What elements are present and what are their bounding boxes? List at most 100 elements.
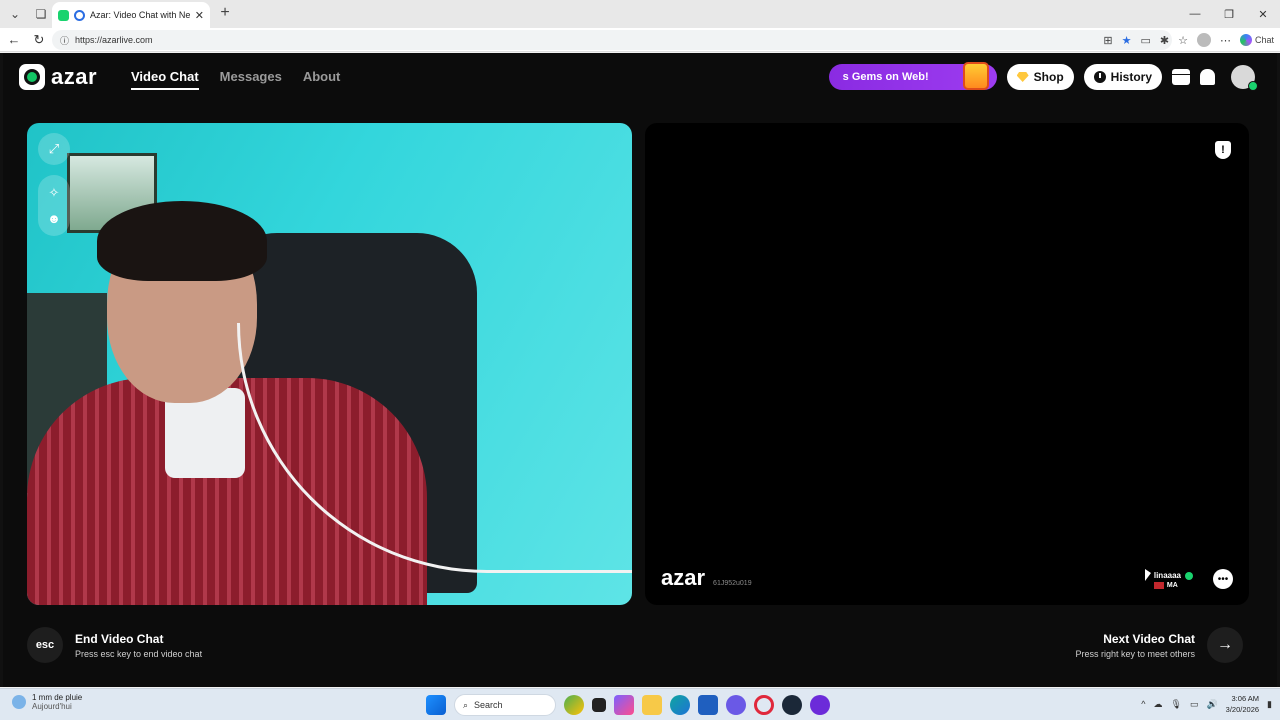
- site-header: azar Video Chat Messages About s Gems on…: [3, 53, 1277, 103]
- more-menu-icon[interactable]: ⋯: [1220, 34, 1231, 47]
- user-avatar[interactable]: [1231, 65, 1258, 91]
- azar-favicon-icon: [58, 9, 69, 21]
- esc-button[interactable]: esc: [27, 627, 63, 663]
- reload-icon[interactable]: ↻: [28, 29, 50, 51]
- browser-toolbar: ← ↻ ⓘ https://azarlive.com ⊞ ★ ▭ ✱ ☆ ⋯ C…: [0, 28, 1280, 52]
- copilot-app-icon[interactable]: [564, 695, 584, 715]
- site-info-icon[interactable]: ⓘ: [60, 34, 69, 47]
- weather-line1: 1 mm de pluie: [32, 693, 83, 702]
- rain-cloud-icon: [12, 695, 26, 709]
- azar-page: azar Video Chat Messages About s Gems on…: [0, 53, 1280, 687]
- browser-profile-icon[interactable]: [1196, 33, 1211, 47]
- peer-info[interactable]: linaaaa MA: [1153, 571, 1193, 589]
- volume-icon[interactable]: 🔊: [1206, 699, 1217, 710]
- local-video-feed: ⤢ ✧ ☻: [27, 123, 632, 605]
- online-status-icon: [1248, 81, 1258, 91]
- weather-widget[interactable]: 1 mm de pluie Aujourd'hui: [12, 693, 82, 711]
- browser-tab-azar[interactable]: Azar: Video Chat with New Pe ✕: [52, 2, 210, 28]
- extensions-icon[interactable]: ✱: [1160, 34, 1169, 47]
- gems-promo-text: s Gems on Web!: [842, 71, 929, 83]
- taskbar-clock[interactable]: 3:06 AM 3/20/2026: [1226, 693, 1259, 715]
- search-label: Search: [474, 700, 503, 710]
- tab-actions-icon[interactable]: ⌄: [4, 3, 26, 25]
- taskbar-apps: ⌕ Search: [426, 694, 830, 716]
- report-shield-icon[interactable]: !: [1215, 141, 1231, 159]
- task-view-icon[interactable]: [592, 698, 606, 712]
- peer-name: linaaaa: [1153, 571, 1181, 580]
- treasure-chest-icon: [962, 62, 989, 90]
- header-actions: s Gems on Web! Shop History: [828, 62, 1258, 91]
- steam-app-icon[interactable]: [782, 695, 802, 715]
- address-bar[interactable]: ⓘ https://azarlive.com: [52, 30, 1172, 50]
- minimize-button[interactable]: —: [1178, 0, 1212, 28]
- expand-icon[interactable]: ⤢: [38, 133, 70, 165]
- morocco-flag-icon: [1153, 582, 1164, 589]
- nav-about[interactable]: About: [303, 69, 341, 90]
- next-chat-control[interactable]: Next Video Chat Press right key to meet …: [1075, 627, 1243, 663]
- app-available-icon[interactable]: ⊞: [1103, 34, 1112, 47]
- weather-line2: Aujourd'hui: [32, 702, 72, 711]
- history-button[interactable]: History: [1083, 64, 1162, 90]
- discord-app-icon[interactable]: [726, 695, 746, 715]
- copilot-chat-button[interactable]: Chat: [1239, 34, 1274, 46]
- browser-extensions: ⊞ ★ ▭ ✱ ☆ ⋯ Chat: [1103, 30, 1274, 50]
- taskbar-search[interactable]: ⌕ Search: [454, 694, 556, 716]
- opera-browser-icon[interactable]: [754, 695, 774, 715]
- favorite-star-icon[interactable]: ★: [1122, 34, 1132, 47]
- camera-tools: ⤢ ✧ ☻: [38, 133, 70, 236]
- close-tab-icon[interactable]: ✕: [195, 9, 204, 22]
- end-chat-title: End Video Chat: [75, 631, 164, 646]
- notifications-icon[interactable]: ▮: [1267, 699, 1272, 710]
- copilot-label: Chat: [1254, 35, 1274, 45]
- workspaces-icon[interactable]: ❏: [30, 3, 52, 25]
- obs-app-icon[interactable]: [810, 695, 830, 715]
- nav-messages[interactable]: Messages: [220, 69, 282, 90]
- recording-indicator-icon: [74, 9, 85, 21]
- favorites-icon[interactable]: ☆: [1178, 34, 1188, 47]
- next-chat-title: Next Video Chat: [1103, 631, 1195, 646]
- microphone-icon[interactable]: 🎙: [1171, 699, 1182, 710]
- back-arrow-icon[interactable]: ←: [3, 29, 25, 51]
- azar-logo-icon: [19, 64, 45, 90]
- tab-title: Azar: Video Chat with New Pe: [90, 10, 190, 20]
- close-window-button[interactable]: ✕: [1246, 0, 1280, 28]
- camera-in-use-icon[interactable]: ▭: [1140, 34, 1150, 47]
- ms-store-icon[interactable]: [698, 695, 718, 715]
- gems-promo-banner[interactable]: s Gems on Web!: [828, 62, 997, 90]
- chat-bubble-icon[interactable]: •••: [1213, 569, 1233, 589]
- verified-badge-icon: [1185, 571, 1193, 580]
- windows-start-icon[interactable]: [426, 695, 446, 715]
- new-tab-button[interactable]: +: [216, 4, 234, 22]
- edge-browser-icon[interactable]: [670, 695, 690, 715]
- store-app-icon[interactable]: [614, 695, 634, 715]
- mouse-cursor: [1145, 569, 1151, 581]
- session-id: 61J952u019: [713, 580, 752, 587]
- notification-bell-icon[interactable]: [1200, 69, 1215, 85]
- window-controls: — ❐ ✕: [1178, 0, 1280, 28]
- file-explorer-icon[interactable]: [642, 695, 662, 715]
- history-label: History: [1110, 70, 1152, 84]
- effects-group: ✧ ☻: [38, 175, 70, 236]
- time-text: 3:06 AM: [1231, 694, 1260, 703]
- browser-tabbar: ⌄ ❏ Azar: Video Chat with New Pe ✕ + — ❐…: [0, 0, 1280, 28]
- tray-chevron-icon[interactable]: ^: [1141, 699, 1145, 709]
- shop-button[interactable]: Shop: [1006, 64, 1074, 90]
- maximize-button[interactable]: ❐: [1212, 0, 1246, 28]
- next-arrow-button[interactable]: →: [1207, 627, 1243, 663]
- face-mask-icon[interactable]: ☻: [47, 211, 61, 226]
- system-tray: ^ ☁ 🎙 ▭ 🔊 3:06 AM 3/20/2026 ▮: [1141, 693, 1272, 715]
- inventory-box-icon[interactable]: [1172, 69, 1190, 85]
- azar-logo[interactable]: azar: [19, 64, 97, 90]
- search-icon: ⌕: [463, 699, 469, 710]
- onedrive-icon[interactable]: ☁: [1154, 699, 1163, 710]
- watermark-logo: azar: [661, 565, 706, 590]
- end-chat-hint: Press esc key to end video chat: [75, 648, 203, 659]
- shop-label: Shop: [1033, 70, 1064, 84]
- magic-wand-icon[interactable]: ✧: [49, 185, 60, 201]
- network-icon[interactable]: ▭: [1190, 699, 1199, 710]
- peer-country: MA: [1166, 582, 1178, 589]
- remote-video-feed: ! azar 61J952u019 linaaaa MA •••: [645, 123, 1249, 605]
- gem-icon: [1016, 72, 1029, 82]
- end-chat-control[interactable]: esc End Video Chat Press esc key to end …: [27, 627, 202, 663]
- nav-video-chat[interactable]: Video Chat: [131, 69, 199, 90]
